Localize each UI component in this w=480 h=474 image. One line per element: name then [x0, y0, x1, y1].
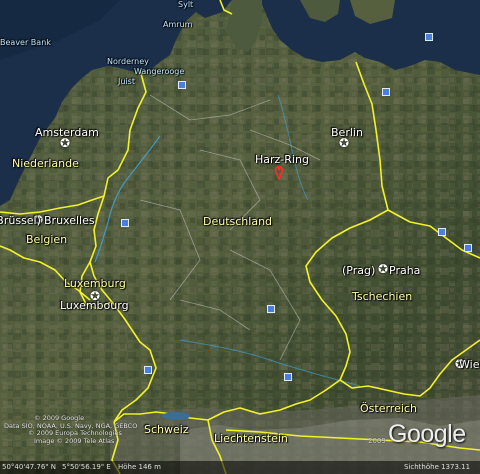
placemark-icon[interactable]: [267, 305, 275, 313]
placemark-icon[interactable]: [178, 81, 186, 89]
imagery-year: 2009: [368, 437, 386, 445]
map-view[interactable]: ✪ ✪ ✪ ✪ ✪ ✪ Beaver Bank Sylt Amrum Norde…: [0, 0, 480, 474]
tschechien-label: Tschechien: [352, 290, 413, 303]
status-bar: 50°40'47.76" N 5°50'56.19" E Höhe 146 m …: [0, 461, 480, 474]
beaver-bank-label: Beaver Bank: [0, 38, 51, 47]
niederlande-label: Niederlande: [12, 157, 79, 170]
amrum-label: Amrum: [163, 20, 193, 29]
liechtenstein-label: Liechtenstein: [214, 432, 288, 445]
placemark-icon[interactable]: [284, 373, 292, 381]
harz-ring-pin-icon[interactable]: [274, 164, 284, 180]
longitude-readout: 5°50'56.19" E: [62, 463, 111, 471]
schweiz-label: Schweiz: [144, 423, 189, 436]
copyright-notice: © 2009 Google Data SIO, NOAA, U.S. Navy,…: [4, 414, 137, 445]
brussel-label: (Brüssel): [0, 214, 41, 227]
placemark-icon[interactable]: [144, 366, 152, 374]
luxembourg-label: Luxembourg: [60, 299, 129, 312]
placemark-icon[interactable]: [121, 219, 129, 227]
placemark-icon[interactable]: [425, 33, 433, 41]
prag-label: (Prag): [342, 264, 376, 277]
placemark-icon[interactable]: [382, 88, 390, 96]
norderney-label: Norderney: [107, 57, 149, 66]
latitude-readout: 50°40'47.76" N: [2, 463, 56, 471]
google-logo: Google: [388, 420, 466, 448]
belgien-label: Belgien: [26, 233, 68, 246]
placemark-icon[interactable]: [464, 244, 472, 252]
harz-ring-label: Harz-Ring: [255, 153, 309, 166]
amsterdam-label: Amsterdam: [35, 126, 99, 139]
luxemburg-label: Luxemburg: [64, 277, 126, 290]
wien-label: Wien: [459, 358, 480, 371]
sylt-label: Sylt: [178, 0, 194, 9]
praha-marker-icon[interactable]: ✪: [377, 263, 389, 275]
eye-altitude-readout: Sichthöhe 1373.11 km: [404, 463, 471, 471]
copyright-line: Image © 2009 Tele Atlas: [34, 436, 115, 445]
elevation-readout: Höhe 146 m: [118, 463, 161, 471]
praha-label: Praha: [389, 264, 421, 277]
bruxelles-label: Bruxelles: [44, 214, 95, 227]
placemark-icon[interactable]: [438, 228, 446, 236]
juist-label: Juist: [118, 77, 135, 86]
deutschland-label: Deutschland: [203, 215, 273, 228]
osterreich-label: Österreich: [360, 402, 417, 415]
berlin-label: Berlin: [331, 126, 363, 139]
wangerooge-label: Wangerooge: [134, 67, 185, 76]
